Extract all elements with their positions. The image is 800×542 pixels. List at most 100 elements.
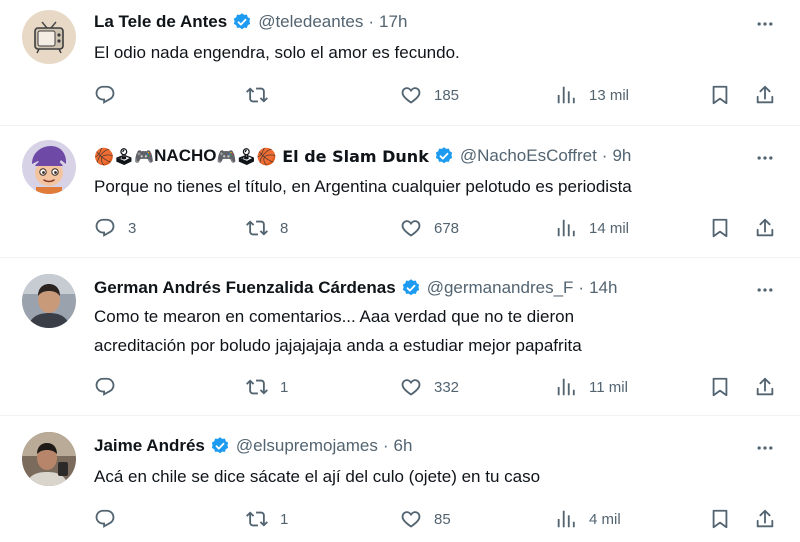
tweet[interactable]: La Tele de Antes @teledeantes · 17h El o… <box>0 0 800 126</box>
handle[interactable]: @teledeantes <box>258 12 363 32</box>
separator-dot: · <box>578 278 585 297</box>
reply-icon <box>94 84 116 106</box>
tweet-text-line: Acá en chile se dice sácate el ají del c… <box>94 467 541 486</box>
display-name[interactable]: Jaime Andrés <box>94 436 205 456</box>
bookmark-button[interactable] <box>709 504 731 534</box>
tweet-text-line: Como te mearon en comentarios... Aaa ver… <box>94 307 575 326</box>
timestamp[interactable]: 14h <box>589 278 617 298</box>
bookmark-button[interactable] <box>709 372 731 402</box>
views-button[interactable]: 13 mil <box>555 80 629 110</box>
like-button[interactable]: 332 <box>400 372 459 402</box>
like-count: 185 <box>434 86 460 104</box>
display-name-emoji-suffix[interactable]: 🎮🕹🏀 El de Slam Dunk <box>217 147 429 166</box>
reply-icon <box>94 217 116 239</box>
avatar[interactable] <box>22 432 76 486</box>
tweet-header: 🏀🕹🎮 NACHO 🎮🕹🏀 El de Slam Dunk @NachoEsCo… <box>94 144 631 168</box>
like-count: 678 <box>434 219 460 237</box>
reply-button[interactable]: 3 <box>94 213 136 243</box>
more-icon[interactable] <box>752 435 778 461</box>
share-button[interactable] <box>754 372 776 402</box>
retweet-count: 1 <box>280 510 289 528</box>
like-button[interactable]: 678 <box>400 213 459 243</box>
heart-icon <box>400 508 422 530</box>
tweet[interactable]: 🏀🕹🎮 NACHO 🎮🕹🏀 El de Slam Dunk @NachoEsCo… <box>0 126 800 258</box>
reply-button[interactable] <box>94 372 116 402</box>
reply-button[interactable] <box>94 504 116 534</box>
share-icon <box>754 508 776 530</box>
like-button[interactable]: 185 <box>400 80 459 110</box>
views-chart-icon <box>555 508 577 530</box>
views-button[interactable]: 4 mil <box>555 504 621 534</box>
like-count: 332 <box>434 378 460 396</box>
profile-photo-image <box>22 274 76 328</box>
retweet-button[interactable] <box>246 80 268 110</box>
verified-badge-icon <box>434 146 454 166</box>
share-button[interactable] <box>754 80 776 110</box>
verified-badge-icon <box>232 12 252 32</box>
tweet-header: La Tele de Antes @teledeantes · 17h <box>94 10 407 34</box>
share-button[interactable] <box>754 504 776 534</box>
retweet-count: 8 <box>280 219 289 237</box>
retweet-count: 1 <box>280 378 289 396</box>
share-icon <box>754 376 776 398</box>
replies-feed: La Tele de Antes @teledeantes · 17h El o… <box>0 0 800 542</box>
like-count: 85 <box>434 510 451 528</box>
handle[interactable]: @NachoEsCoffret <box>460 146 597 166</box>
display-name[interactable]: La Tele de Antes <box>94 12 227 32</box>
tweet[interactable]: Jaime Andrés @elsupremojames · 6h Acá en… <box>0 416 800 542</box>
heart-icon <box>400 217 422 239</box>
tweet-header: German Andrés Fuenzalida Cárdenas @germa… <box>94 276 617 300</box>
views-count: 14 mil <box>589 219 630 237</box>
handle[interactable]: @elsupremojames <box>236 436 378 456</box>
avatar[interactable] <box>22 274 76 328</box>
reply-count: 3 <box>128 219 137 237</box>
display-name-emoji-prefix[interactable]: 🏀🕹🎮 <box>94 147 154 166</box>
retweet-button[interactable]: 8 <box>246 213 288 243</box>
views-count: 13 mil <box>589 86 630 104</box>
tweet-text: Porque no tienes el título, en Argentina… <box>94 172 784 201</box>
heart-icon <box>400 376 422 398</box>
like-button[interactable]: 85 <box>400 504 451 534</box>
tweet-text: El odio nada engendra, solo el amor es f… <box>94 38 784 67</box>
timestamp[interactable]: 17h <box>379 12 407 32</box>
action-bar: 3 8 678 14 mil <box>0 213 800 243</box>
views-button[interactable]: 11 mil <box>555 372 628 402</box>
action-bar: 185 13 mil <box>0 80 800 110</box>
verified-badge-icon <box>210 436 230 456</box>
reply-button[interactable] <box>94 80 116 110</box>
timestamp[interactable]: 6h <box>394 436 413 456</box>
action-bar: 1 332 11 mil <box>0 372 800 402</box>
timestamp[interactable]: 9h <box>612 146 631 166</box>
tweet[interactable]: German Andrés Fuenzalida Cárdenas @germa… <box>0 258 800 416</box>
action-bar: 1 85 4 mil <box>0 504 800 534</box>
display-name[interactable]: German Andrés Fuenzalida Cárdenas <box>94 278 396 298</box>
retweet-icon <box>246 508 268 530</box>
bookmark-button[interactable] <box>709 213 731 243</box>
retweet-button[interactable]: 1 <box>246 504 288 534</box>
tv-avatar-image <box>22 10 76 64</box>
views-button[interactable]: 14 mil <box>555 213 629 243</box>
bookmark-icon <box>709 84 731 106</box>
tweet-text-line: acreditación por boludo jajajajaja anda … <box>94 336 582 355</box>
share-icon <box>754 217 776 239</box>
views-chart-icon <box>555 84 577 106</box>
avatar[interactable] <box>22 140 76 194</box>
bookmark-button[interactable] <box>709 80 731 110</box>
bookmark-icon <box>709 508 731 530</box>
profile-photo-image <box>22 432 76 486</box>
handle[interactable]: @germanandres_F <box>427 278 574 298</box>
tweet-text: Como te mearon en comentarios... Aaa ver… <box>94 302 784 360</box>
share-button[interactable] <box>754 213 776 243</box>
more-icon[interactable] <box>752 277 778 303</box>
tweet-text-line: Porque no tienes el título, en Argentina… <box>94 177 632 196</box>
bookmark-icon <box>709 376 731 398</box>
reply-icon <box>94 508 116 530</box>
retweet-button[interactable]: 1 <box>246 372 288 402</box>
avatar[interactable] <box>22 10 76 64</box>
verified-badge-icon <box>401 278 421 298</box>
bookmark-icon <box>709 217 731 239</box>
display-name[interactable]: NACHO <box>154 146 216 166</box>
more-icon[interactable] <box>752 11 778 37</box>
more-icon[interactable] <box>752 145 778 171</box>
separator-dot: · <box>368 12 375 31</box>
